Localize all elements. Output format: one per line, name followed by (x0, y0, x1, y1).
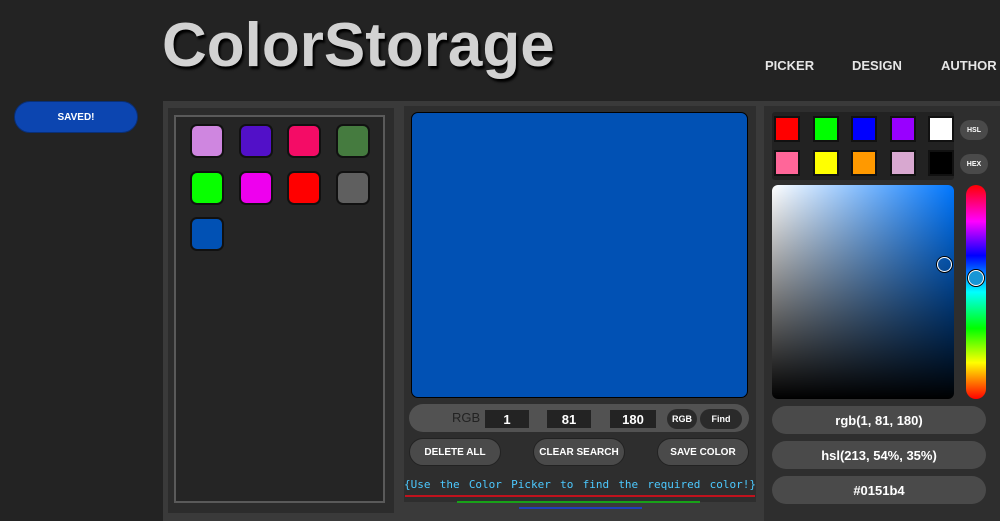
app-logo: ColorStorage (162, 11, 555, 80)
hint-text: {Use the Color Picker to find the required color… (404, 478, 756, 491)
saved-color-swatch[interactable] (238, 170, 273, 205)
saved-status-button[interactable]: SAVED! (14, 101, 138, 133)
preset-color-swatch[interactable] (774, 116, 800, 142)
nav-picker[interactable]: PICKER (765, 58, 814, 73)
preset-color-swatch[interactable] (851, 150, 877, 176)
saved-color-swatch[interactable] (335, 170, 370, 205)
green-input[interactable]: 81 (547, 410, 591, 428)
preset-color-swatch[interactable] (889, 116, 916, 142)
rgb-value-display[interactable]: rgb(1, 81, 180) (772, 406, 986, 434)
hint-word: required (647, 478, 701, 491)
preset-color-swatch[interactable] (812, 150, 839, 176)
hint-underline-green (457, 501, 700, 503)
hint-word: to (560, 478, 574, 491)
saved-color-swatch[interactable] (335, 124, 370, 158)
preset-color-swatch[interactable] (851, 116, 877, 142)
hint-underline-red (405, 495, 755, 497)
hint-word: find (582, 478, 610, 491)
preset-color-swatch[interactable] (928, 150, 954, 176)
hint-word: the (618, 478, 639, 491)
preset-color-swatch[interactable] (774, 150, 800, 176)
hint-word: {Use (404, 478, 431, 491)
saved-color-swatch[interactable] (238, 124, 273, 158)
hint-word: color!} (709, 478, 756, 491)
hue-handle[interactable] (968, 270, 984, 286)
red-input[interactable]: 1 (485, 410, 529, 428)
preset-color-swatch[interactable] (812, 116, 839, 142)
nav-design[interactable]: DESIGN (852, 58, 902, 73)
saturation-value-area[interactable] (772, 185, 954, 399)
find-button[interactable]: Find (700, 409, 742, 429)
saved-color-swatch[interactable] (190, 124, 224, 158)
rgb-label: RGB (452, 410, 481, 425)
clear-search-button[interactable]: CLEAR SEARCH (533, 438, 625, 466)
saved-color-swatch[interactable] (287, 124, 321, 158)
preset-color-swatch[interactable] (889, 150, 916, 176)
hsl-value-display[interactable]: hsl(213, 54%, 35%) (772, 441, 986, 469)
saved-color-swatch[interactable] (190, 217, 224, 251)
saved-color-swatch[interactable] (287, 170, 321, 205)
rgb-mode-button[interactable]: RGB (667, 409, 697, 429)
blue-input[interactable]: 180 (610, 410, 656, 428)
saturation-handle[interactable] (937, 257, 952, 272)
saved-color-swatch[interactable] (190, 170, 224, 205)
color-preview (411, 112, 748, 398)
hint-word: Color (468, 478, 502, 491)
hint-word: Picker (511, 478, 551, 491)
hue-slider[interactable] (966, 185, 986, 399)
preset-color-swatch[interactable] (928, 116, 954, 142)
nav-author[interactable]: AUTHOR (941, 58, 997, 73)
hsl-mode-button[interactable]: HSL (960, 120, 988, 140)
hint-word: the (439, 478, 460, 491)
hint-underline-blue (519, 507, 642, 509)
hex-value-display[interactable]: #0151b4 (772, 476, 986, 504)
hex-mode-button[interactable]: HEX (960, 154, 988, 174)
delete-all-button[interactable]: DELETE ALL (409, 438, 501, 466)
save-color-button[interactable]: SAVE COLOR (657, 438, 749, 466)
